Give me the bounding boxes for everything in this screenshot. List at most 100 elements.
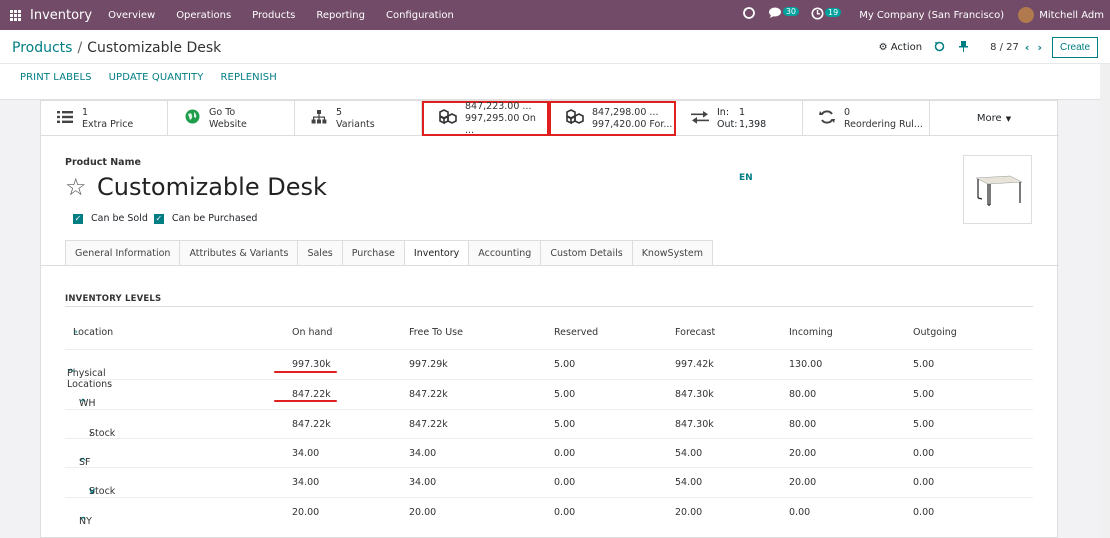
- replenish-button[interactable]: REPLENISH: [220, 72, 276, 83]
- on-hand-cell: 997.30k: [292, 359, 331, 370]
- page-scrollbar[interactable]: [1100, 64, 1110, 538]
- can-be-purchased-checkbox[interactable]: ✓: [153, 213, 164, 224]
- action-menu-button[interactable]: ⚙ Action: [879, 42, 922, 53]
- free-to-use-cell: 847.22k: [409, 389, 448, 400]
- out-value: 1,398: [739, 118, 767, 130]
- avatar[interactable]: [1018, 7, 1035, 23]
- update-quantity-button[interactable]: UPDATE QUANTITY: [109, 72, 204, 83]
- tab-inventory[interactable]: Inventory: [404, 240, 470, 266]
- incoming-cell: 130.00: [789, 359, 823, 370]
- table-row[interactable]: ^ Physical Locations 997.30k 997.29k 5.00…: [65, 349, 1033, 390]
- tab-knowsystem[interactable]: KnowSystem: [632, 240, 713, 266]
- more-button[interactable]: More ▼: [930, 101, 1058, 136]
- menu-operations[interactable]: Operations: [176, 10, 231, 21]
- pager-next-icon[interactable]: ›: [1037, 41, 1042, 54]
- app-name[interactable]: Inventory: [30, 8, 92, 23]
- star-icon[interactable]: ☆: [65, 173, 87, 201]
- voip-phone-icon[interactable]: [742, 6, 756, 24]
- table-row[interactable]: ^ NY 20.00 20.00 0.00 20.00 0.00 0.00: [65, 497, 1033, 527]
- menu-overview[interactable]: Overview: [108, 10, 155, 21]
- top-navbar: Inventory Overview Operations Products R…: [0, 0, 1110, 30]
- in-value: 1: [739, 106, 746, 118]
- inventory-title-divider: [65, 306, 1033, 307]
- pager-previous-icon[interactable]: ‹: [1025, 41, 1030, 54]
- form-sheet: 1 Extra Price Go To Website 5 Variants 847,…: [40, 100, 1059, 538]
- incoming-cell: 80.00: [789, 419, 817, 430]
- print-labels-button[interactable]: PRINT LABELS: [20, 72, 92, 83]
- on-hand-cell: 34.00: [292, 477, 320, 488]
- messages-icon[interactable]: 30: [768, 7, 800, 23]
- pager-value[interactable]: 8 / 27: [990, 42, 1019, 53]
- tab-sales[interactable]: Sales: [298, 240, 343, 266]
- can-be-sold-checkbox[interactable]: ✓: [73, 213, 83, 224]
- out-label: Out:: [717, 118, 738, 130]
- go-to-website-button[interactable]: Go To Website: [168, 101, 295, 136]
- table-row[interactable]: ^ SF 34.00 34.00 0.00 54.00 20.00 0.00: [65, 438, 1033, 468]
- cubes-icon: [438, 108, 458, 129]
- can-be-purchased-label: Can be Purchased: [171, 213, 258, 224]
- free-to-use-cell: 34.00: [409, 448, 437, 459]
- inventory-table-header: » Location On hand Free To Use Reserved …: [73, 327, 957, 338]
- table-row[interactable]: v Stock 34.00 34.00 0.00 54.00 20.00 0.00: [65, 467, 1033, 497]
- reserved-cell: 5.00: [554, 419, 576, 430]
- pin-icon[interactable]: [959, 40, 969, 55]
- menu-products[interactable]: Products: [252, 10, 295, 21]
- reordering-label: Reordering Rul...: [844, 118, 923, 130]
- company-switcher[interactable]: My Company (San Francisco): [859, 10, 1004, 21]
- extra-price-button[interactable]: 1 Extra Price: [41, 101, 168, 136]
- product-image[interactable]: [963, 155, 1032, 224]
- reserved-cell: 5.00: [554, 389, 576, 400]
- website-line2: Website: [209, 118, 247, 130]
- caret-down-icon: ▼: [1005, 114, 1012, 123]
- exchange-icon: [690, 110, 710, 128]
- create-button[interactable]: Create: [1051, 37, 1098, 58]
- app-menu-icon[interactable]: [0, 0, 30, 30]
- cubes-icon: [565, 108, 585, 129]
- on-hand-cell: 34.00: [292, 448, 320, 459]
- on-hand-button[interactable]: 847,223.00 ... 997,295.00 On ...: [422, 101, 549, 136]
- on-hand-line1: 847,223.00 ...: [465, 100, 532, 112]
- incoming-cell: 80.00: [789, 389, 817, 400]
- column-forecast: Forecast: [675, 327, 716, 338]
- table-row[interactable]: › Stock 847.22k 847.22k 5.00 847.30k 80.0…: [65, 409, 1033, 439]
- outgoing-cell: 0.00: [913, 477, 935, 488]
- forecast-cell: 54.00: [675, 448, 703, 459]
- forecasted-button[interactable]: 847,298.00 ... 997,420.00 For...: [549, 101, 676, 136]
- annotation-underline: [274, 371, 337, 373]
- outgoing-cell: 5.00: [913, 359, 935, 370]
- forecast-line1: 847,298.00 ...: [592, 106, 659, 118]
- outgoing-cell: 0.00: [913, 507, 935, 518]
- breadcrumb-products-link[interactable]: Products: [12, 40, 72, 56]
- website-line1: Go To: [209, 106, 236, 118]
- refresh-icon[interactable]: [934, 41, 945, 55]
- forecast-cell: 997.42k: [675, 359, 714, 370]
- column-incoming: Incoming: [789, 327, 833, 338]
- breadcrumb-current: Customizable Desk: [87, 40, 222, 56]
- notebook-tabs: General Information Attributes & Variant…: [65, 240, 713, 266]
- tab-accounting[interactable]: Accounting: [469, 240, 542, 266]
- menu-reporting[interactable]: Reporting: [316, 10, 365, 21]
- list-icon: [55, 110, 75, 128]
- extra-price-label: Extra Price: [82, 118, 134, 130]
- reordering-rules-button[interactable]: 0 Reordering Rul...: [803, 101, 930, 136]
- tab-custom-details[interactable]: Custom Details: [541, 240, 633, 266]
- gear-icon: ⚙: [878, 42, 888, 53]
- user-menu[interactable]: Mitchell Adm: [1039, 10, 1104, 21]
- table-row[interactable]: ^ WH 847.22k 847.22k 5.00 847.30k 80.00 5…: [65, 379, 1033, 409]
- tab-attributes-variants[interactable]: Attributes & Variants: [180, 240, 299, 266]
- reserved-cell: 0.00: [554, 507, 576, 518]
- activities-clock-icon[interactable]: 19: [811, 7, 842, 24]
- tab-general-information[interactable]: General Information: [65, 240, 181, 266]
- globe-icon: [182, 109, 202, 128]
- menu-configuration[interactable]: Configuration: [386, 10, 454, 21]
- desk-image-icon: [975, 175, 1023, 206]
- column-free-to-use: Free To Use: [409, 327, 463, 338]
- on-hand-cell: 847.22k: [292, 419, 331, 430]
- tab-purchase[interactable]: Purchase: [342, 240, 405, 266]
- in-out-button[interactable]: In: 1 Out: 1,398: [676, 101, 803, 136]
- variants-button[interactable]: 5 Variants: [295, 101, 422, 136]
- language-button[interactable]: EN: [739, 173, 753, 183]
- product-name-field[interactable]: Customizable Desk: [97, 173, 327, 201]
- breadcrumb-separator: /: [77, 40, 83, 56]
- on-hand-cell: 847.22k: [292, 389, 331, 400]
